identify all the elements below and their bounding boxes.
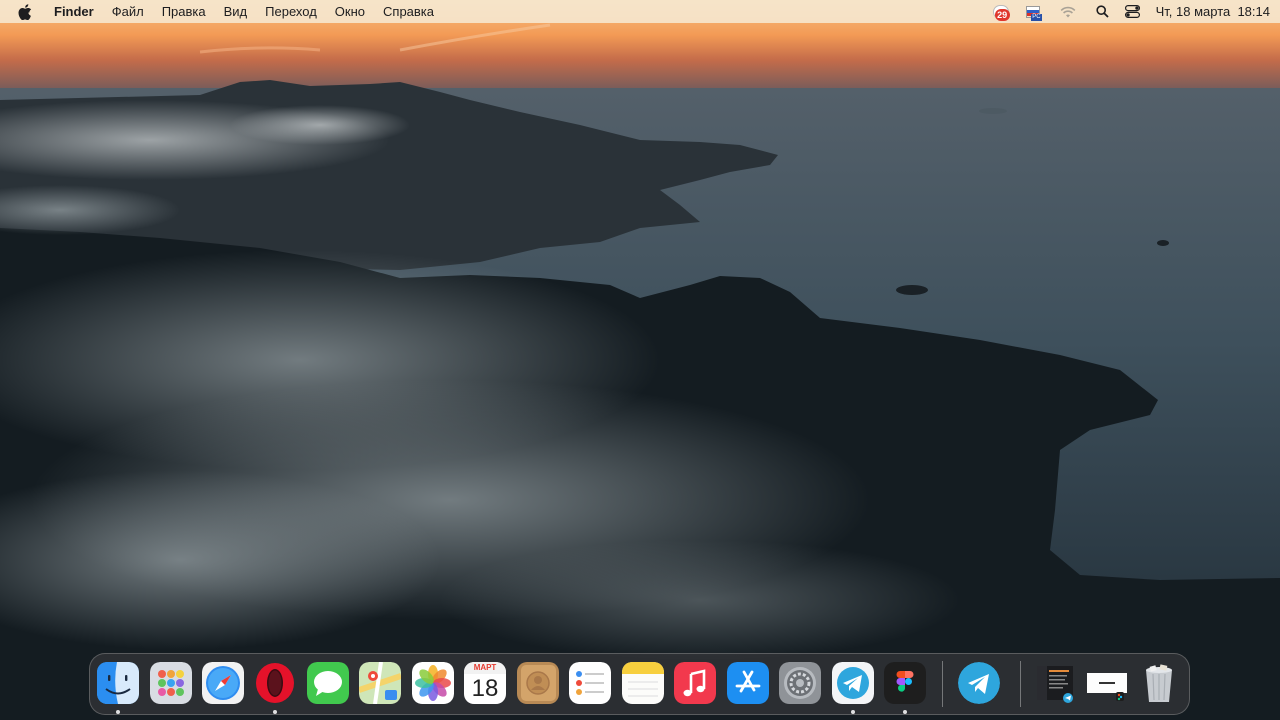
safari-icon <box>202 662 244 704</box>
input-source-label: PC <box>1031 13 1042 21</box>
menu-help[interactable]: Справка <box>383 0 434 23</box>
dock-item-figma[interactable] <box>884 662 926 704</box>
dock-item-launchpad[interactable] <box>150 662 192 704</box>
menu-window[interactable]: Окно <box>335 0 365 23</box>
dock-minimized-window-2[interactable] <box>1086 662 1128 704</box>
photos-icon <box>412 662 454 704</box>
window-thumbnail-icon <box>1037 666 1073 703</box>
menu-bar: Finder Файл Правка Вид Переход Окно Спра… <box>0 0 1280 23</box>
opera-icon <box>256 663 294 703</box>
notification-count: 29 <box>994 8 1010 21</box>
spotlight-status-item[interactable] <box>1096 0 1109 23</box>
running-indicator <box>273 710 277 714</box>
dock-minimized-window-1[interactable] <box>1034 662 1076 704</box>
gear-icon <box>779 662 821 704</box>
dock-item-opera[interactable] <box>254 662 296 704</box>
input-source-status-item[interactable]: PC <box>1025 0 1042 23</box>
dock-item-messages[interactable] <box>307 662 349 704</box>
apple-menu-icon[interactable] <box>18 3 34 20</box>
menu-edit[interactable]: Правка <box>162 0 206 23</box>
menu-go[interactable]: Переход <box>265 0 317 23</box>
desktop-wallpaper <box>0 0 1280 720</box>
dock-item-app-store[interactable] <box>727 662 769 704</box>
dock-item-photos[interactable] <box>412 662 454 704</box>
dock-item-finder[interactable] <box>97 662 139 704</box>
control-center-status-item[interactable] <box>1124 0 1140 23</box>
menu-view[interactable]: Вид <box>224 0 248 23</box>
running-indicator <box>851 710 855 714</box>
russian-flag-icon: PC <box>1025 5 1042 21</box>
running-indicator <box>116 710 120 714</box>
music-icon <box>674 662 716 704</box>
finder-icon <box>97 662 139 704</box>
menu-file[interactable]: Файл <box>112 0 144 23</box>
dock-item-reminders[interactable] <box>569 662 611 704</box>
search-icon <box>1096 5 1109 18</box>
dock-item-calendar[interactable]: МАРТ 18 <box>464 662 506 704</box>
dock: МАРТ 18 <box>89 653 1190 715</box>
dock-item-telegram[interactable] <box>832 662 874 704</box>
menu-clock[interactable]: Чт, 18 марта 18:14 <box>1156 0 1270 23</box>
dock-item-music[interactable] <box>674 662 716 704</box>
app-store-icon <box>727 662 769 704</box>
telegram-icon <box>832 662 874 704</box>
chat-badge-icon: 29 <box>992 4 1010 21</box>
app-name-menu[interactable]: Finder <box>54 0 94 23</box>
dock-separator <box>1020 661 1021 707</box>
contacts-icon <box>517 662 559 704</box>
notification-status-item[interactable]: 29 <box>992 0 1010 23</box>
dock-separator <box>942 661 943 707</box>
messages-icon <box>307 662 349 704</box>
figma-icon <box>884 662 926 704</box>
dock-item-notes[interactable] <box>622 662 664 704</box>
reminders-icon <box>569 662 611 704</box>
dock-item-trash[interactable] <box>1138 662 1180 704</box>
wifi-icon <box>1060 6 1075 17</box>
wifi-status-item[interactable] <box>1060 0 1076 23</box>
telegram-round-icon <box>958 662 1000 704</box>
calendar-day: 18 <box>471 675 499 702</box>
notes-icon <box>622 662 664 704</box>
dock-item-maps[interactable] <box>359 662 401 704</box>
window-thumbnail-icon <box>1087 673 1127 701</box>
running-indicator <box>903 710 907 714</box>
dock-item-contacts[interactable] <box>517 662 559 704</box>
control-center-icon <box>1124 5 1140 18</box>
dock-item-safari[interactable] <box>202 662 244 704</box>
dock-item-telegram-desktop[interactable] <box>958 662 1000 704</box>
calendar-icon: МАРТ 18 <box>464 662 506 704</box>
trash-icon <box>1146 664 1172 702</box>
launchpad-icon <box>150 662 192 704</box>
maps-icon <box>359 662 401 704</box>
dock-item-system-preferences[interactable] <box>779 662 821 704</box>
